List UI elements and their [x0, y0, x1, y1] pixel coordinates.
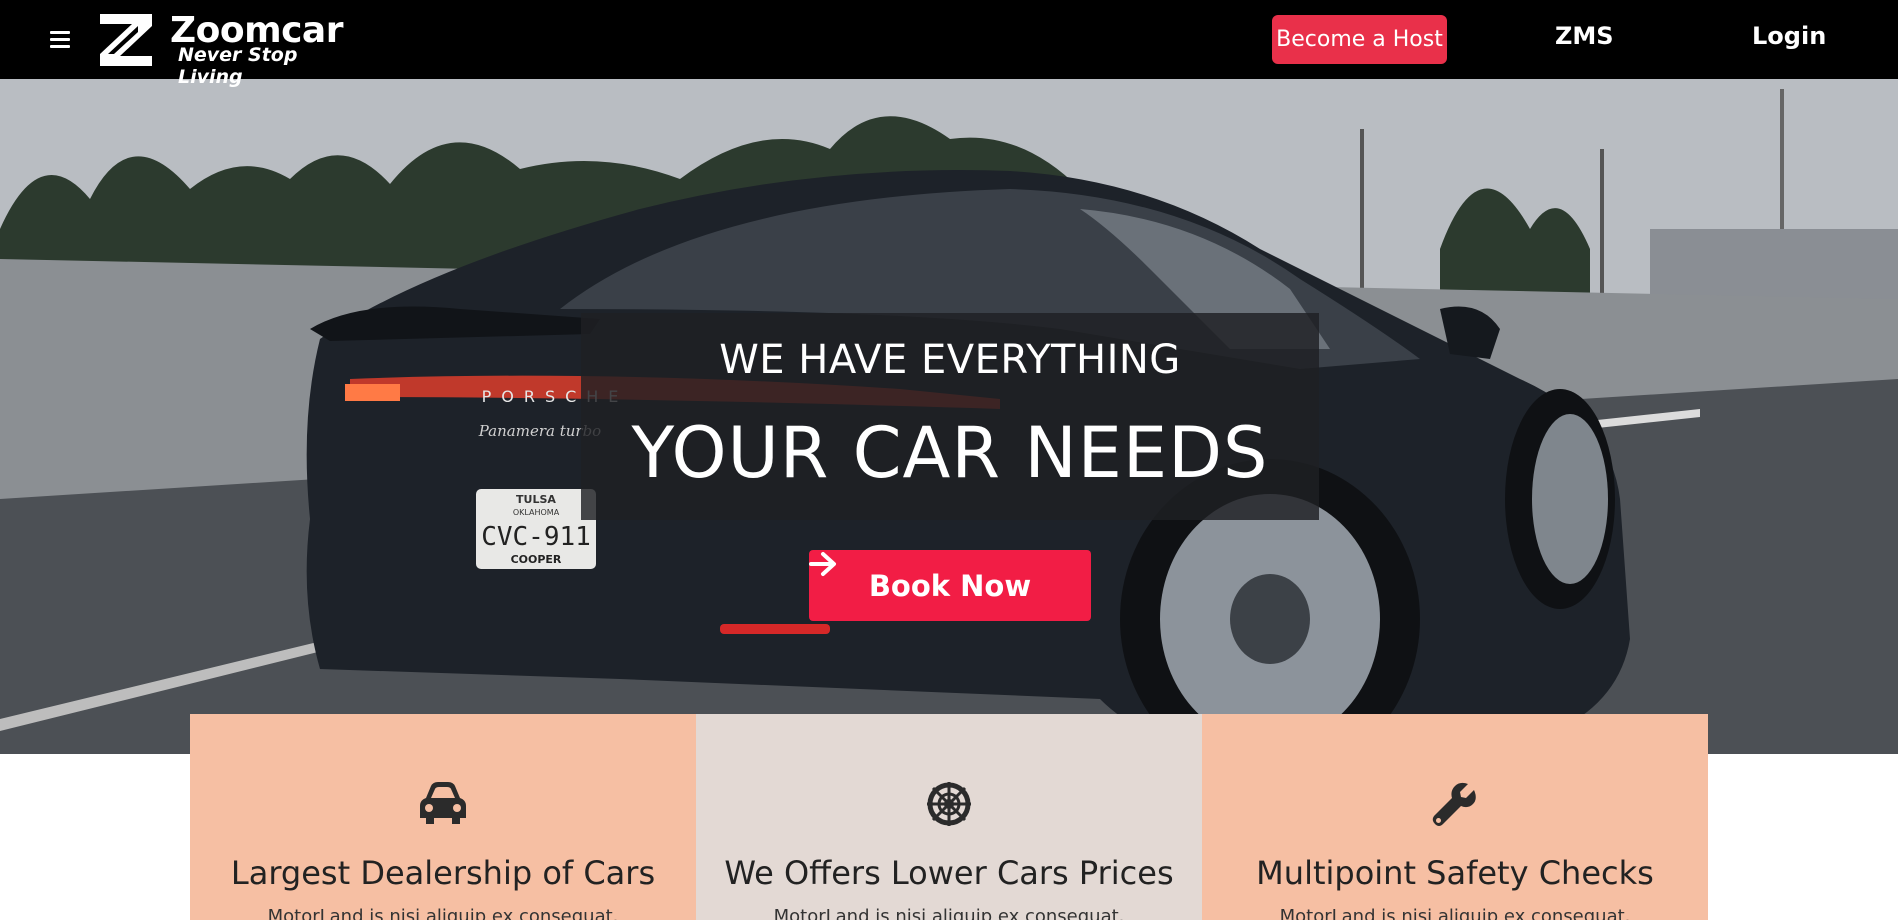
steering-wheel-icon — [927, 782, 971, 826]
book-now-button[interactable]: Book Now — [809, 550, 1091, 621]
feature-title: Multipoint Safety Checks — [1256, 854, 1654, 892]
feature-cards: Largest Dealership of Cars MotorLand is … — [190, 714, 1710, 920]
feature-text: MotorLand is nisi aliquip ex consequat. — [773, 906, 1125, 920]
plate-state-text: OKLAHOMA — [513, 508, 560, 517]
feature-card-safety: Multipoint Safety Checks MotorLand is ni… — [1202, 714, 1708, 920]
feature-card-prices: We Offers Lower Cars Prices MotorLand is… — [696, 714, 1202, 920]
feature-title: We Offers Lower Cars Prices — [724, 854, 1174, 892]
book-now-label: Book Now — [868, 568, 1032, 603]
hero-heading: YOUR CAR NEEDS — [631, 412, 1269, 494]
wrench-icon — [1432, 782, 1476, 826]
top-navbar: Zoomcar Never Stop Living Become a Host … — [0, 0, 1898, 88]
feature-text: MotorLand is nisi aliquip ex consequat. — [1279, 906, 1631, 920]
arrow-right-icon — [809, 552, 836, 576]
nav-link-login[interactable]: Login — [1752, 22, 1826, 50]
brand-logo[interactable]: Zoomcar Never Stop Living — [98, 10, 358, 88]
nav-link-zms[interactable]: ZMS — [1555, 22, 1614, 50]
zoomcar-logo-icon — [100, 14, 152, 66]
brand-tagline: Never Stop Living — [178, 44, 298, 88]
car-icon — [420, 782, 466, 824]
feature-card-dealership: Largest Dealership of Cars MotorLand is … — [190, 714, 696, 920]
hero-banner: TULSA OKLAHOMA CVC-911 COOPER PORSCHE Pa… — [0, 79, 1898, 754]
hamburger-menu-icon[interactable] — [50, 27, 72, 51]
feature-title: Largest Dealership of Cars — [230, 854, 656, 892]
plate-bottom-text: COOPER — [511, 553, 562, 566]
become-host-button[interactable]: Become a Host — [1272, 15, 1447, 64]
hero-subheading: WE HAVE EVERYTHING — [719, 337, 1181, 383]
feature-text: MotorLand is nisi aliquip ex consequat. — [267, 906, 619, 920]
plate-top-text: TULSA — [516, 493, 556, 506]
plate-number-text: CVC-911 — [481, 522, 591, 552]
